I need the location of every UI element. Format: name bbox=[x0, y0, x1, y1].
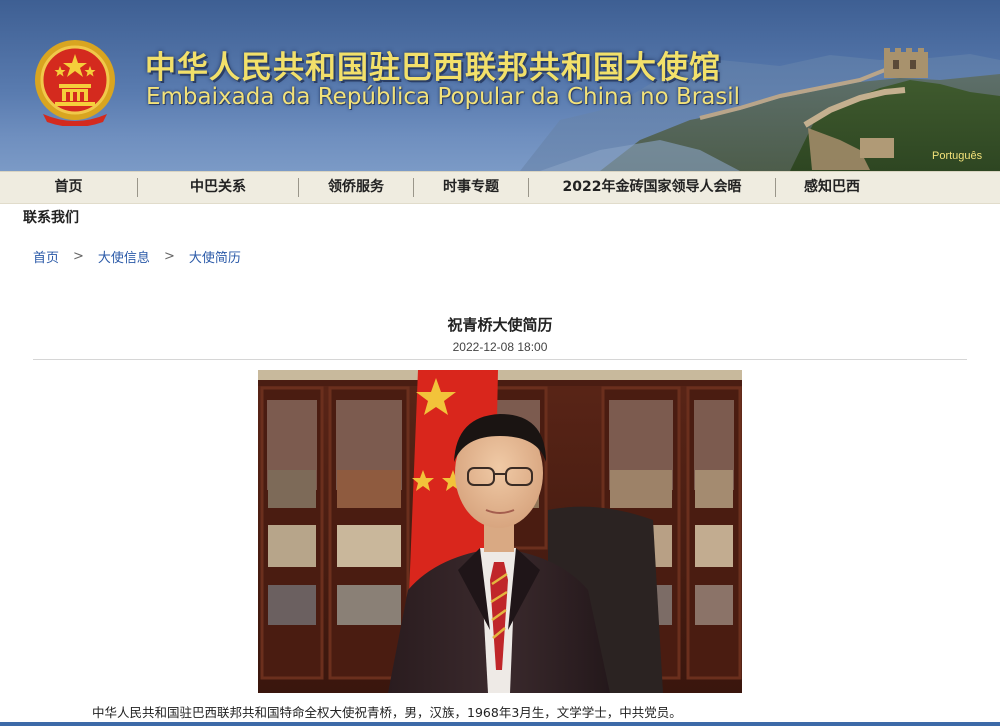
nav-item-brics-summit-2022[interactable]: 2022年金砖国家领导人会晤 bbox=[529, 172, 775, 203]
chevron-right-icon: > bbox=[73, 249, 84, 264]
embassy-title-chinese: 中华人民共和国驻巴西联邦共和国大使馆 bbox=[145, 50, 721, 86]
nav-item-contact-us[interactable]: 联系我们 bbox=[23, 207, 79, 227]
article-body-paragraph: 中华人民共和国驻巴西联邦共和国特命全权大使祝青桥，男，汉族，1968年3月生，文… bbox=[92, 705, 682, 720]
breadcrumb-ambassador-bio[interactable]: 大使简历 bbox=[189, 247, 241, 266]
breadcrumb-ambassador-info[interactable]: 大使信息 bbox=[98, 247, 150, 266]
article-title: 祝青桥大使简历 bbox=[447, 316, 553, 334]
language-switch-link[interactable]: Português bbox=[932, 150, 982, 162]
nav-item-consular-services[interactable]: 领侨服务 bbox=[299, 172, 413, 203]
portrait-illustration bbox=[258, 370, 742, 693]
title-divider bbox=[33, 359, 967, 360]
breadcrumb: 首页 > 大使信息 > 大使简历 bbox=[33, 247, 241, 266]
header-banner: 中华人民共和国驻巴西联邦共和国大使馆 Embaixada da Repúblic… bbox=[0, 0, 1000, 171]
footer-strip bbox=[0, 722, 1000, 726]
nav-item-discover-brazil[interactable]: 感知巴西 bbox=[776, 172, 888, 203]
nav-item-china-brazil-relations[interactable]: 中巴关系 bbox=[138, 172, 298, 203]
main-nav: 首页 中巴关系 领侨服务 时事专题 2022年金砖国家领导人会晤 感知巴西 bbox=[0, 171, 1000, 204]
ambassador-portrait-photo bbox=[258, 370, 742, 693]
nav-item-current-affairs[interactable]: 时事专题 bbox=[414, 172, 528, 203]
article-date: 2022-12-08 18:00 bbox=[452, 340, 548, 354]
national-emblem-icon bbox=[35, 40, 115, 126]
nav-item-home[interactable]: 首页 bbox=[0, 172, 137, 203]
breadcrumb-home[interactable]: 首页 bbox=[33, 247, 59, 266]
chevron-right-icon: > bbox=[163, 249, 175, 264]
embassy-title-portuguese: Embaixada da República Popular da China … bbox=[146, 84, 741, 110]
